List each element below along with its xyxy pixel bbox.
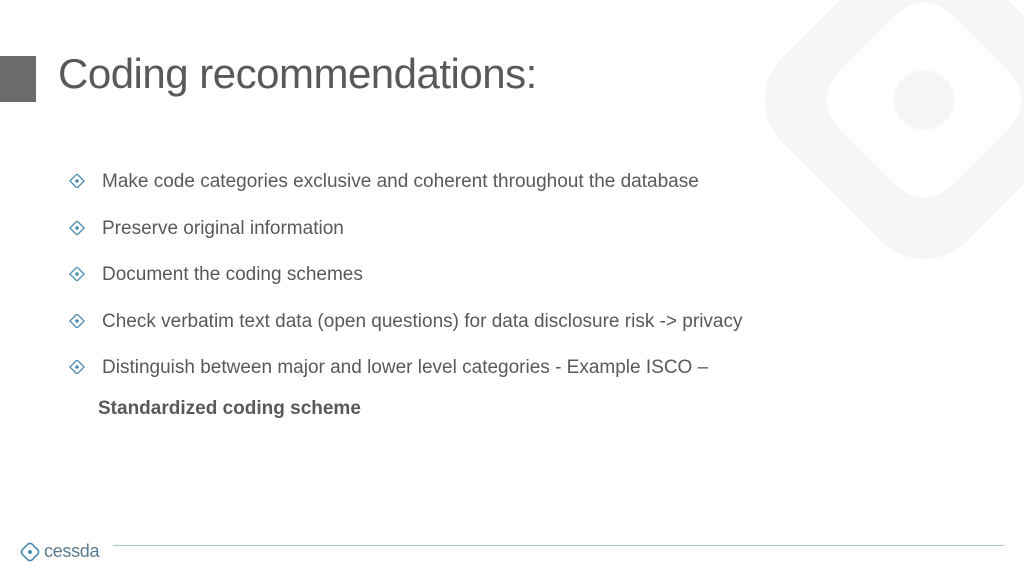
- title-side-bar: [0, 56, 36, 102]
- bullet-text: Document the coding schemes: [102, 261, 964, 290]
- slide-title: Coding recommendations:: [58, 50, 537, 98]
- bullet-text: Make code categories exclusive and coher…: [102, 168, 964, 197]
- bullet-list: Make code categories exclusive and coher…: [68, 168, 964, 441]
- list-item: Distinguish between major and lower leve…: [68, 354, 964, 423]
- footer: cessda: [20, 541, 1004, 562]
- bullet-text: Preserve original information: [102, 215, 964, 244]
- bullet-diamond-icon: [68, 174, 86, 188]
- footer-divider: [113, 545, 1004, 546]
- list-item: Make code categories exclusive and coher…: [68, 168, 964, 197]
- footer-brand-text: cessda: [44, 541, 99, 562]
- list-item: Check verbatim text data (open questions…: [68, 308, 964, 337]
- bullet-text: Check verbatim text data (open questions…: [102, 308, 964, 337]
- bullet-text: Distinguish between major and lower leve…: [102, 354, 964, 383]
- bullet-continuation-bold: Standardized coding scheme: [98, 395, 964, 424]
- list-item: Document the coding schemes: [68, 261, 964, 290]
- bullet-diamond-icon: [68, 360, 86, 374]
- cessda-logo-icon: [20, 542, 40, 562]
- list-item: Preserve original information: [68, 215, 964, 244]
- footer-logo: cessda: [20, 541, 99, 562]
- bullet-diamond-icon: [68, 314, 86, 328]
- bullet-diamond-icon: [68, 221, 86, 235]
- bullet-diamond-icon: [68, 267, 86, 281]
